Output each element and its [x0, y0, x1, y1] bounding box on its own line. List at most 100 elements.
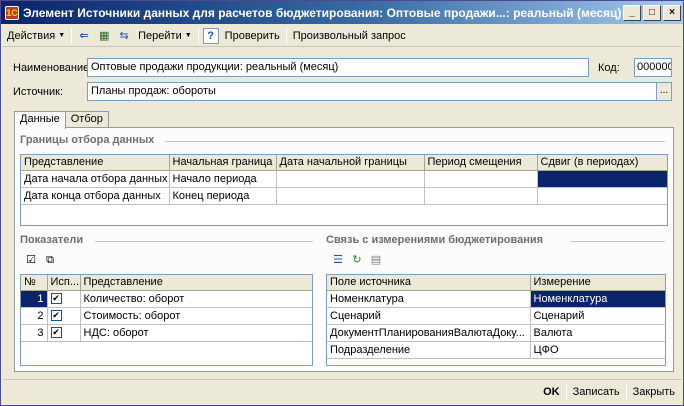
- row-number: 3: [21, 324, 48, 342]
- table-cell[interactable]: НДС: оборот: [80, 324, 312, 342]
- linked-docs-icon[interactable]: ⇆: [116, 28, 132, 44]
- use-checkbox[interactable]: ✔: [50, 293, 62, 305]
- clear-icon[interactable]: ▤: [368, 252, 384, 268]
- custom-query-label: Произвольный запрос: [292, 29, 406, 42]
- name-input[interactable]: Оптовые продажи продукции: реальный (мес…: [87, 58, 589, 77]
- table-row[interactable]: ДокументПланированияВалютаДоку... Валюта: [327, 324, 665, 342]
- column-header[interactable]: Сдвиг (в периодах): [537, 155, 667, 171]
- table-row[interactable]: 3 ✔ НДС: оборот: [21, 324, 312, 342]
- source-input[interactable]: Планы продаж: обороты: [87, 82, 657, 101]
- check-all-icon[interactable]: ☑: [23, 252, 39, 268]
- column-header[interactable]: Поле источника: [327, 275, 531, 291]
- use-cell[interactable]: ✔: [47, 307, 81, 325]
- check-label: Проверить: [224, 29, 280, 42]
- table-row[interactable]: Сценарий Сценарий: [327, 307, 665, 325]
- table-cell[interactable]: ДокументПланированияВалютаДоку...: [327, 324, 531, 342]
- code-row: Код: 000000: [598, 58, 672, 77]
- bounds-table[interactable]: Представление Начальная граница Дата нач…: [20, 154, 668, 226]
- toolbar-separator: [71, 27, 73, 44]
- column-header[interactable]: Дата начальной границы: [276, 155, 425, 171]
- tab-panel-data: Границы отбора данных Представление Нача…: [14, 127, 674, 372]
- column-header[interactable]: Представление: [21, 155, 170, 171]
- use-cell[interactable]: ✔: [47, 290, 81, 308]
- section-divider: [95, 241, 313, 242]
- column-header[interactable]: Начальная граница: [169, 155, 277, 171]
- copy-icon[interactable]: ⧉: [42, 252, 58, 268]
- structure-icon[interactable]: ▦: [96, 28, 112, 44]
- table-cell[interactable]: Стоимость: оборот: [80, 307, 312, 325]
- table-cell[interactable]: [276, 170, 425, 188]
- table-cell[interactable]: ЦФО: [530, 341, 665, 359]
- actions-label: Действия: [7, 29, 56, 42]
- ok-button[interactable]: OK: [537, 382, 566, 402]
- source-row: Источник: Планы продаж: обороты ...: [13, 82, 672, 101]
- links-toolbar: ☰ ↻ ▤: [330, 252, 387, 268]
- table-cell[interactable]: Сценарий: [530, 307, 665, 325]
- column-header[interactable]: Исп...: [47, 275, 81, 291]
- name-row: Наименование: Оптовые продажи продукции:…: [13, 58, 589, 77]
- table-cell[interactable]: Номенклатура: [327, 290, 531, 308]
- name-label: Наименование:: [13, 61, 93, 74]
- table-cell[interactable]: [424, 170, 538, 188]
- table-header-row: Представление Начальная граница Дата нач…: [21, 155, 667, 171]
- window-title: Элемент Источники данных для расчетов бю…: [23, 5, 622, 20]
- goto-menu[interactable]: Перейти ▼: [134, 26, 196, 46]
- use-checkbox[interactable]: ✔: [50, 327, 62, 339]
- table-row[interactable]: 1 ✔ Количество: оборот: [21, 290, 312, 308]
- code-label: Код:: [598, 61, 620, 74]
- table-cell[interactable]: Начало периода: [169, 170, 277, 188]
- indicators-table[interactable]: № Исп... Представление 1 ✔ Количество: о…: [20, 274, 313, 366]
- minimize-button[interactable]: _: [623, 4, 641, 21]
- close-button[interactable]: Закрыть: [627, 382, 681, 402]
- table-cell-selected[interactable]: Номенклатура: [530, 290, 665, 308]
- table-row[interactable]: Номенклатура Номенклатура: [327, 290, 665, 308]
- table-row[interactable]: 2 ✔ Стоимость: оборот: [21, 307, 312, 325]
- table-cell-selected[interactable]: [537, 170, 667, 188]
- table-cell[interactable]: Валюта: [530, 324, 665, 342]
- toolbar: Действия ▼ ⇐ ▦ ⇆ Перейти ▼ ? Проверить П…: [3, 25, 681, 47]
- code-input[interactable]: 000000: [634, 58, 672, 77]
- close-window-button[interactable]: ×: [663, 4, 681, 21]
- table-cell[interactable]: [276, 187, 425, 205]
- source-select-button[interactable]: ...: [656, 82, 672, 101]
- title-bar[interactable]: 1С Элемент Источники данных для расчетов…: [1, 1, 683, 24]
- table-cell[interactable]: Дата конца отбора данных: [21, 187, 170, 205]
- links-table[interactable]: Поле источника Измерение Номенклатура Но…: [326, 274, 666, 366]
- table-cell[interactable]: Количество: оборот: [80, 290, 312, 308]
- tab-data[interactable]: Данные: [14, 111, 66, 129]
- table-row[interactable]: Подразделение ЦФО: [327, 341, 665, 359]
- fill-icon[interactable]: ☰: [330, 252, 346, 268]
- source-label: Источник:: [13, 85, 64, 98]
- actions-menu[interactable]: Действия ▼: [3, 26, 69, 46]
- table-cell[interactable]: [537, 187, 667, 205]
- row-number: 2: [21, 307, 48, 325]
- table-row[interactable]: Дата начала отбора данных Начало периода: [21, 170, 667, 188]
- refresh-icon[interactable]: ↻: [349, 252, 365, 268]
- goto-label: Перейти: [138, 29, 182, 42]
- column-header[interactable]: №: [21, 275, 48, 291]
- table-cell[interactable]: [424, 187, 538, 205]
- table-cell[interactable]: Сценарий: [327, 307, 531, 325]
- check-button[interactable]: Проверить: [221, 26, 284, 46]
- toolbar-separator: [285, 27, 287, 44]
- app-icon: 1С: [5, 5, 19, 20]
- tab-filter[interactable]: Отбор: [64, 111, 109, 128]
- table-cell[interactable]: Дата начала отбора данных: [21, 170, 170, 188]
- table-row[interactable]: Дата конца отбора данных Конец периода: [21, 187, 667, 205]
- column-header[interactable]: Период смещения: [424, 155, 538, 171]
- custom-query-button[interactable]: Произвольный запрос: [289, 26, 410, 46]
- dropdown-arrow-icon: ▼: [58, 32, 66, 39]
- table-cell[interactable]: Конец периода: [169, 187, 277, 205]
- bounds-section-title: Границы отбора данных: [20, 134, 155, 146]
- column-header[interactable]: Представление: [80, 275, 312, 291]
- help-icon[interactable]: ?: [202, 27, 219, 44]
- use-checkbox[interactable]: ✔: [50, 310, 62, 322]
- table-cell[interactable]: Подразделение: [327, 341, 531, 359]
- use-cell[interactable]: ✔: [47, 324, 81, 342]
- indicators-section-title: Показатели: [20, 234, 84, 246]
- save-button[interactable]: Записать: [567, 382, 626, 402]
- section-divider: [165, 141, 665, 142]
- column-header[interactable]: Измерение: [530, 275, 665, 291]
- maximize-button[interactable]: □: [643, 4, 661, 21]
- go-back-icon[interactable]: ⇐: [76, 28, 92, 44]
